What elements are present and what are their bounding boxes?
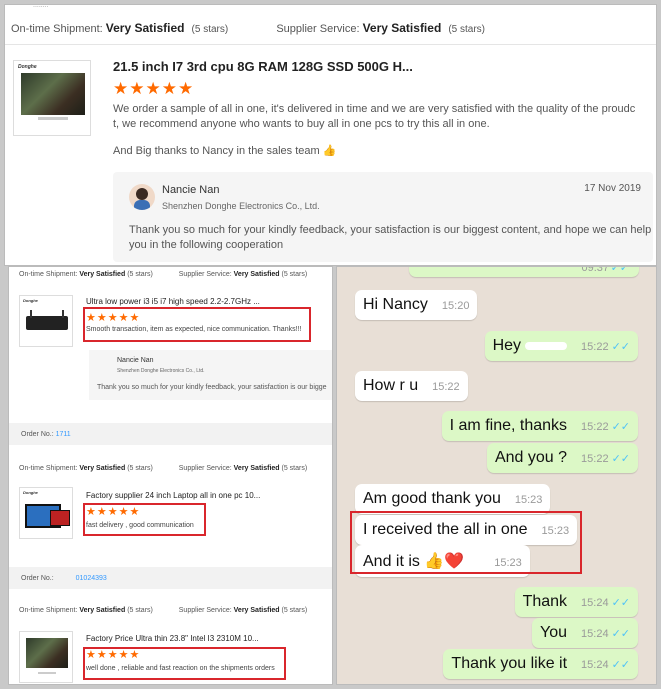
r3-highlight-box xyxy=(83,647,286,680)
review-text: We order a sample of all in one, it's de… xyxy=(113,103,636,157)
supplier-stars: (5 stars) xyxy=(448,24,486,35)
r2-ratings-row: On-time Shipment: Very Satisfied (5 star… xyxy=(19,465,308,472)
whatsapp-chat: 09:37 ✓✓ Hi Nancy 15:20 Hey 15:22 ✓✓ How r … xyxy=(336,266,657,685)
cut-text: ........ xyxy=(33,4,49,9)
shipment-label: On-time Shipment: xyxy=(11,23,103,35)
r3-ratings-row: On-time Shipment: Very Satisfied (5 star… xyxy=(19,607,308,614)
supplier-label: Supplier Service: xyxy=(276,23,360,35)
chat-message-in: Hi Nancy 15:20 xyxy=(355,290,478,320)
r1-thumbnail[interactable]: Donghe xyxy=(19,295,73,347)
r2-product-title[interactable]: Factory supplier 24 inch Laptop all in o… xyxy=(86,491,260,500)
r1-ratings-row: On-time Shipment: Very Satisfied (5 star… xyxy=(19,271,308,278)
reply-company: Shenzhen Donghe Electronics Co., Ltd. xyxy=(162,201,320,211)
order-number-link[interactable]: 1711 xyxy=(56,431,71,438)
order-number-link-2[interactable]: 01024393 xyxy=(76,575,107,582)
reply-name: Nancie Nan xyxy=(162,184,220,196)
r1-highlight-box xyxy=(83,307,311,342)
chat-message-out: And you ? 15:22 ✓✓ xyxy=(486,443,638,473)
rating-stars: ★★★★★ xyxy=(113,79,195,98)
r2-thumbnail[interactable]: Donghe xyxy=(19,487,73,539)
chat-message-out: I am fine, thanks 15:22 ✓✓ xyxy=(441,411,638,441)
r2-highlight-box xyxy=(83,503,206,536)
chat-partial-bubble: 09:37 ✓✓ xyxy=(409,267,639,277)
chat-message-in: Am good thank you 15:23 xyxy=(355,484,551,514)
chat-message-out: You 15:24 ✓✓ xyxy=(532,618,638,648)
chat-message-out: Hey 15:22 ✓✓ xyxy=(484,331,638,361)
r3-product-title[interactable]: Factory Price Ultra thin 23.8" Intel I3 … xyxy=(86,634,259,643)
product-title-link[interactable]: 21.5 inch I7 3rd cpu 8G RAM 128G SSD 500… xyxy=(113,59,413,74)
top-review-card: ........ On-time Shipment: Very Satisfie… xyxy=(4,4,657,266)
reply-text: Thank you so much for your kindly feedba… xyxy=(129,224,652,251)
chat-message-in: How r u 15:22 xyxy=(355,371,468,401)
order-separator-2: Order No.: 01024393 xyxy=(9,567,332,589)
product-thumbnail[interactable]: Donghe xyxy=(13,60,91,136)
reply-date: 17 Nov 2019 xyxy=(584,183,641,194)
chat-highlight-box xyxy=(350,511,582,574)
r1-supplier-reply: Nancie Nan Shenzhen Donghe Electronics C… xyxy=(89,350,332,400)
r3-thumbnail[interactable] xyxy=(19,631,73,683)
chat-message-out: Thank you like it 15:24 ✓✓ xyxy=(443,649,638,679)
avatar xyxy=(129,184,155,210)
shipment-value: Very Satisfied xyxy=(105,21,185,35)
supplier-reply: Nancie Nan Shenzhen Donghe Electronics C… xyxy=(113,172,653,262)
supplier-value: Very Satisfied xyxy=(362,21,442,35)
review-list-panel: On-time Shipment: Very Satisfied (5 star… xyxy=(8,266,333,685)
top-ratings-row: On-time Shipment: Very Satisfied (5 star… xyxy=(11,21,485,35)
chat-message-out: Thank 15:24 ✓✓ xyxy=(514,587,638,617)
r1-product-title[interactable]: Ultra low power i3 i5 i7 high speed 2.2-… xyxy=(86,297,260,306)
order-separator-1: Order No.: 1711 xyxy=(9,423,332,445)
shipment-stars: (5 stars) xyxy=(191,24,229,35)
